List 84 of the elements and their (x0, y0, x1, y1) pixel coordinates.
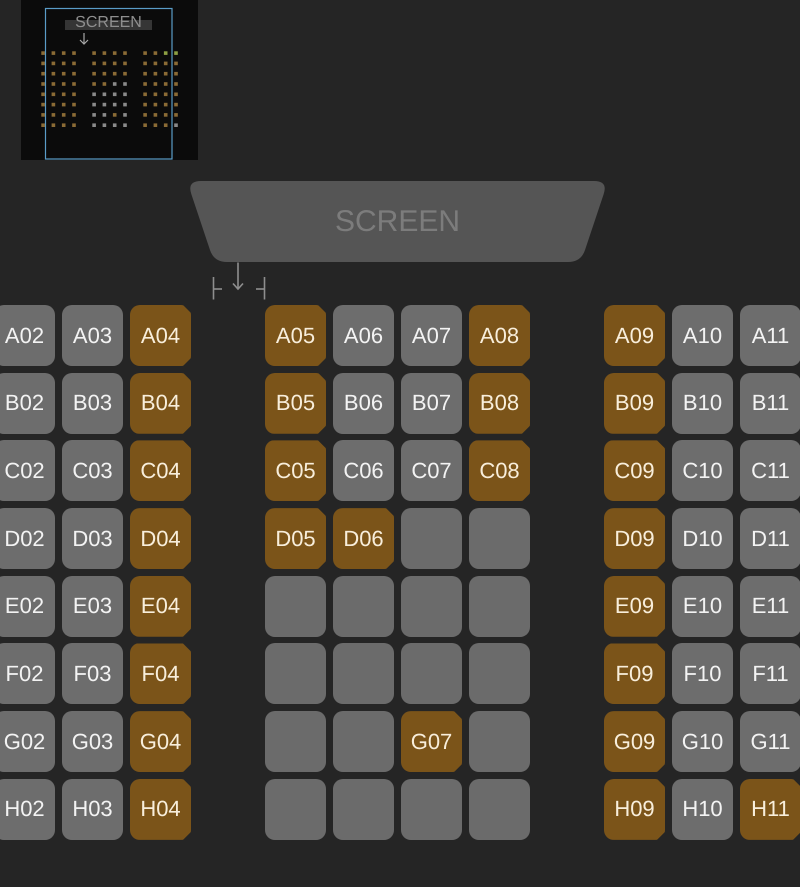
seat[interactable]: A11 (740, 305, 800, 366)
seat[interactable]: B02 (0, 372, 55, 434)
seat[interactable]: A04 (130, 305, 191, 366)
unavailable-seat (401, 643, 462, 704)
seat[interactable]: D02 (0, 508, 55, 570)
seat[interactable]: C06 (333, 440, 394, 502)
unavailable-seat (265, 643, 326, 704)
seat[interactable]: B06 (333, 372, 394, 434)
unavailable-seat (469, 711, 530, 772)
seat[interactable]: C04 (130, 440, 191, 502)
unavailable-seat (401, 778, 462, 840)
seat[interactable]: D11 (740, 508, 800, 570)
seat[interactable]: B08 (469, 372, 530, 434)
seat[interactable]: E11 (740, 576, 800, 637)
seat[interactable]: B10 (672, 372, 733, 434)
seat[interactable]: G03 (62, 711, 123, 772)
seat[interactable]: G02 (0, 711, 55, 772)
seat[interactable]: B05 (265, 372, 326, 434)
seat[interactable]: C09 (604, 440, 665, 502)
unavailable-seat (469, 778, 530, 840)
seat[interactable]: G09 (604, 711, 665, 772)
seat[interactable]: A10 (672, 305, 733, 366)
seat[interactable]: A07 (401, 305, 462, 366)
seat[interactable]: E09 (604, 576, 665, 637)
seat[interactable]: A02 (0, 305, 55, 366)
unavailable-seat (401, 576, 462, 637)
seat[interactable]: F04 (130, 643, 191, 704)
seat[interactable]: B04 (130, 372, 191, 434)
seat[interactable]: D03 (62, 508, 123, 570)
seat[interactable]: D10 (672, 508, 733, 570)
seat[interactable]: H10 (672, 778, 733, 840)
seat[interactable]: C11 (740, 440, 800, 502)
seat[interactable]: D06 (333, 508, 394, 570)
unavailable-seat (469, 576, 530, 637)
seat[interactable]: F02 (0, 643, 55, 704)
seat[interactable]: D05 (265, 508, 326, 570)
seat[interactable]: C02 (0, 440, 55, 502)
seat[interactable]: B03 (62, 372, 123, 434)
seat[interactable]: A09 (604, 305, 665, 366)
seat[interactable]: C03 (62, 440, 123, 502)
seat[interactable]: A06 (333, 305, 394, 366)
seat[interactable]: B11 (740, 372, 800, 434)
seat[interactable]: B09 (604, 372, 665, 434)
seat[interactable]: C07 (401, 440, 462, 502)
unavailable-seat (469, 643, 530, 704)
seat[interactable]: E04 (130, 576, 191, 637)
seat[interactable]: F11 (740, 643, 800, 704)
seat[interactable]: E03 (62, 576, 123, 637)
unavailable-seat (265, 576, 326, 637)
seat[interactable]: H04 (130, 778, 191, 840)
seat[interactable]: A05 (265, 305, 326, 366)
seat[interactable]: H02 (0, 778, 55, 840)
unavailable-seat (469, 508, 530, 570)
seat[interactable]: D09 (604, 508, 665, 570)
seat[interactable]: C05 (265, 440, 326, 502)
seat[interactable]: C08 (469, 440, 530, 502)
seat[interactable]: G07 (401, 711, 462, 772)
seat[interactable]: G10 (672, 711, 733, 772)
seat[interactable]: F03 (62, 643, 123, 704)
minimap-screen-label: SCREEN (65, 14, 152, 31)
viewport-frame[interactable] (44, 8, 173, 160)
unavailable-seat (333, 643, 394, 704)
unavailable-seat (265, 778, 326, 840)
unavailable-seat (265, 711, 326, 772)
unavailable-seat (333, 778, 394, 840)
seat[interactable]: A03 (62, 305, 123, 366)
seat[interactable]: C10 (672, 440, 733, 502)
seat[interactable]: F10 (672, 643, 733, 704)
entrance-icon (212, 262, 266, 300)
seat[interactable]: D04 (130, 508, 191, 570)
unavailable-seat (333, 711, 394, 772)
seat[interactable]: F09 (604, 643, 665, 704)
down-arrow-icon (80, 33, 88, 45)
seat[interactable]: G04 (130, 711, 191, 772)
seat[interactable]: H11 (740, 778, 800, 840)
unavailable-seat (333, 576, 394, 637)
seat[interactable]: H03 (62, 778, 123, 840)
unavailable-seat (401, 508, 462, 570)
seat[interactable]: E02 (0, 576, 55, 637)
seat[interactable]: E10 (672, 576, 733, 637)
seat[interactable]: H09 (604, 778, 665, 840)
seat[interactable]: A08 (469, 305, 530, 366)
seat[interactable]: G11 (740, 711, 800, 772)
seat[interactable]: B07 (401, 372, 462, 434)
